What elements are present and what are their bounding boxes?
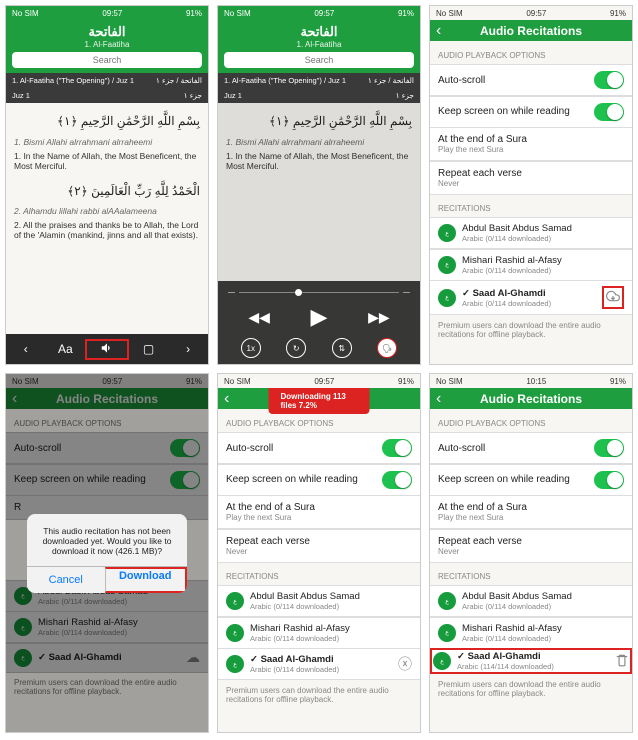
screen-audio-player: No SIM09:5791% الفاتحة 1. Al-Faatiha 1. … xyxy=(217,5,421,365)
audio-player-panel: —— ◀◀ ▶ ▶▶ 1x ↻ ⇅ 🗣 xyxy=(218,281,420,364)
verse-arabic: بِسْمِ اللَّهِ الرَّحْمَٰنِ الرَّحِيمِ ﴿… xyxy=(14,111,200,133)
reciter-row[interactable]: ع Mishari Rashid al-AfasyArabic (0/114 d… xyxy=(430,249,632,281)
nav-header: الفاتحة 1. Al-Faatiha xyxy=(218,20,420,52)
prev-track-button[interactable]: ◀◀ xyxy=(248,309,270,326)
font-button[interactable]: Aa xyxy=(46,342,86,356)
endsura-row[interactable]: At the end of a SuraPlay the next Sura xyxy=(430,127,632,161)
flag-icon: ع xyxy=(438,289,456,307)
alert-backdrop: This audio recitation has not been downl… xyxy=(6,374,208,732)
download-alert: This audio recitation has not been downl… xyxy=(27,514,187,593)
screen-downloading: No SIM09:5791% Downloading 113 files 7.2… xyxy=(217,373,421,733)
nav-header: الفاتحة 1. Al-Faatiha xyxy=(6,20,208,52)
next-track-button[interactable]: ▶▶ xyxy=(368,309,390,326)
play-button[interactable]: ▶ xyxy=(311,304,328,330)
autoscroll-toggle[interactable] xyxy=(594,439,624,457)
speed-button[interactable]: 1x xyxy=(241,338,261,358)
keepscreen-toggle[interactable] xyxy=(594,471,624,489)
surah-meta-row: 1. Al-Faatiha ("The Opening") / Juz 1الف… xyxy=(6,73,208,88)
keepscreen-toggle[interactable] xyxy=(382,471,412,489)
progress-bar[interactable]: —— xyxy=(228,289,410,296)
screen-download-alert: No SIM09:5791% ‹Audio Recitations AUDIO … xyxy=(5,373,209,733)
verse-transliteration: 1. Bismi Allahi alrrahmani alrraheemi xyxy=(14,137,200,147)
audio-button[interactable] xyxy=(85,339,129,360)
nav-header: ‹ Audio Recitations xyxy=(430,20,632,41)
juz-row: Juz 1جزء ١ xyxy=(6,88,208,103)
back-button[interactable]: ‹ xyxy=(224,390,229,408)
reciter-row-selected[interactable]: ع ✓ Saad Al-GhamdiArabic (0/114 download… xyxy=(430,280,632,315)
back-button[interactable]: ‹ xyxy=(436,22,441,40)
autoscroll-row: Auto-scroll xyxy=(430,64,632,96)
flag-icon: ع xyxy=(438,224,456,242)
flag-icon: ع xyxy=(438,256,456,274)
download-banner: Downloading 113 files 7.2% xyxy=(269,388,370,414)
screen-downloaded: No SIM10:1591% ‹Audio Recitations AUDIO … xyxy=(429,373,633,733)
verse-translation: 1. In the Name of Allah, the Most Benefi… xyxy=(14,151,200,171)
verse-translation: 2. All the praises and thanks be to Alla… xyxy=(14,220,200,240)
verse-transliteration: 2. Alhamdu lillahi rabbi alAAalameena xyxy=(14,206,200,216)
search-bar xyxy=(218,52,420,73)
status-bar: No SIM09:5791% xyxy=(218,6,420,20)
page-title: Audio Recitations xyxy=(430,24,632,38)
download-button[interactable]: Download xyxy=(105,567,188,593)
surah-title-arabic: الفاتحة xyxy=(6,24,208,40)
delete-icon[interactable] xyxy=(615,652,629,671)
alert-message: This audio recitation has not been downl… xyxy=(27,514,187,566)
next-button[interactable]: › xyxy=(168,342,208,356)
keepscreen-toggle[interactable] xyxy=(594,103,624,121)
bookmark-button[interactable]: ▢ xyxy=(129,342,169,356)
autoscroll-toggle[interactable] xyxy=(594,71,624,89)
bottom-toolbar: ‹ Aa ▢ › xyxy=(6,334,208,364)
search-input[interactable] xyxy=(224,52,414,68)
search-bar xyxy=(6,52,208,73)
prev-button[interactable]: ‹ xyxy=(6,342,46,356)
reciter-row-selected[interactable]: ع ✓ Saad Al-GhamdiArabic (0/114 download… xyxy=(218,648,420,680)
status-bar: No SIM09:5791% xyxy=(430,6,632,20)
cancel-button[interactable]: Cancel xyxy=(27,567,105,593)
verses-content: بِسْمِ اللَّهِ الرَّحْمَٰنِ الرَّحِيمِ ﴿… xyxy=(6,103,208,334)
screen-surah-reading: No SIM09:5791% الفاتحة 1. Al-Faatiha 1. … xyxy=(5,5,209,365)
repeat-button[interactable]: ↻ xyxy=(286,338,306,358)
surah-title-english: 1. Al-Faatiha xyxy=(6,40,208,49)
reciter-row[interactable]: ع Abdul Basit Abdus SamadArabic (0/114 d… xyxy=(430,217,632,249)
repeat-row[interactable]: Repeat each verseNever xyxy=(430,161,632,195)
cancel-download-icon[interactable]: ⓧ xyxy=(398,654,412,674)
screen-recitations-download: No SIM09:5791% ‹ Audio Recitations AUDIO… xyxy=(429,5,633,365)
status-bar: No SIM09:5791% xyxy=(6,6,208,20)
reciter-row-selected[interactable]: ع ✓ Saad Al-GhamdiArabic (114/114 downlo… xyxy=(430,648,632,674)
autoscroll-toggle[interactable] xyxy=(382,439,412,457)
verse-arabic: الْحَمْدُ لِلَّهِ رَبِّ الْعَالَمِينَ ﴿٢… xyxy=(14,181,200,203)
back-button[interactable]: ‹ xyxy=(436,390,441,408)
download-icon[interactable] xyxy=(602,286,624,309)
shuffle-button[interactable]: ⇅ xyxy=(332,338,352,358)
search-input[interactable] xyxy=(12,52,202,68)
keepscreen-row: Keep screen on while reading xyxy=(430,96,632,128)
reciter-button[interactable]: 🗣 xyxy=(377,338,397,358)
